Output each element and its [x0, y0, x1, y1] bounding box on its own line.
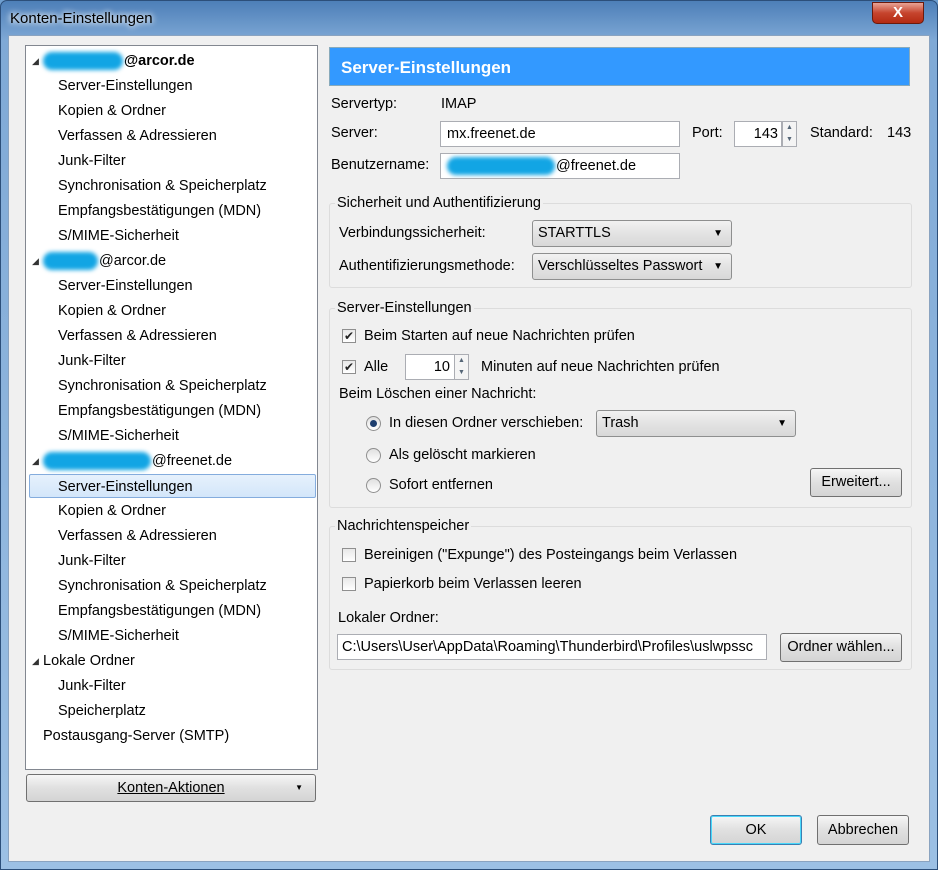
account-actions-button[interactable]: Konten-Aktionen ▼ [26, 774, 316, 802]
server-label: Server: [331, 125, 378, 141]
server-input[interactable]: mx.freenet.de [440, 121, 680, 147]
account-label: Lokale Ordner [43, 653, 135, 669]
servertype-value: IMAP [441, 96, 477, 112]
port-spinner[interactable]: ▲ ▼ [782, 121, 797, 147]
cancel-button[interactable]: Abbrechen [817, 815, 909, 845]
expand-triangle-icon[interactable]: ◢ [32, 249, 39, 273]
tree-item[interactable]: Junk-Filter [58, 149, 126, 173]
port-label: Port: [692, 125, 723, 141]
server-settings-legend: Server-Einstellungen [335, 300, 474, 316]
username-input[interactable]: @freenet.de [440, 153, 680, 179]
minutes-label: Minuten auf neue Nachrichten prüfen [481, 359, 720, 375]
expand-triangle-icon[interactable]: ◢ [32, 449, 39, 473]
tree-item[interactable]: Server-Einstellungen [58, 274, 193, 298]
tree-item[interactable]: Synchronisation & Speicherplatz [58, 374, 267, 398]
dropdown-arrow-icon: ▼ [713, 261, 723, 272]
connection-security-label: Verbindungssicherheit: [339, 225, 486, 241]
storage-legend: Nachrichtenspeicher [335, 518, 472, 534]
tree-item[interactable]: Empfangsbestätigungen (MDN) [58, 199, 261, 223]
check-every-label: Alle [364, 359, 389, 375]
minutes-spinner[interactable]: ▲ ▼ [454, 354, 469, 380]
choose-folder-button[interactable]: Ordner wählen... [780, 633, 902, 662]
standard-port: 143 [887, 125, 912, 141]
tree-item[interactable]: Verfassen & Adressieren [58, 324, 217, 348]
tree-account[interactable]: ◢ @freenet.de [32, 449, 233, 473]
security-legend: Sicherheit und Authentifizierung [335, 195, 543, 211]
mark-deleted-radio[interactable] [366, 448, 381, 463]
tree-item[interactable]: Verfassen & Adressieren [58, 124, 217, 148]
remove-immediately-radio[interactable] [366, 478, 381, 493]
trash-folder-value: Trash [602, 415, 639, 431]
close-button[interactable]: X [872, 2, 924, 24]
check-every-checkbox[interactable]: ✔ [342, 360, 356, 374]
tree-item[interactable]: Kopien & Ordner [58, 499, 166, 523]
redacted-blur [43, 252, 98, 271]
tree-item[interactable]: Junk-Filter [58, 549, 126, 573]
local-folder-input[interactable]: C:\Users\User\AppData\Roaming\Thunderbir… [337, 634, 767, 660]
tree-smtp[interactable]: Postausgang-Server (SMTP) [43, 724, 229, 748]
dropdown-arrow-icon: ▼ [777, 418, 787, 429]
account-actions-label: Konten-Aktionen [117, 780, 225, 796]
port-input[interactable]: 143 [734, 121, 782, 147]
tree-item[interactable]: S/MIME-Sicherheit [58, 624, 179, 648]
account-label: @freenet.de [152, 453, 233, 469]
advanced-button[interactable]: Erweitert... [810, 468, 902, 497]
connection-security-value: STARTTLS [538, 225, 611, 241]
move-radio[interactable] [366, 416, 381, 431]
username-label: Benutzername: [331, 157, 430, 173]
tree-item[interactable]: Empfangsbestätigungen (MDN) [58, 599, 261, 623]
expunge-label: Bereinigen ("Expunge") des Posteingangs … [364, 547, 738, 563]
auth-method-label: Authentifizierungsmethode: [339, 258, 515, 274]
username-domain: @freenet.de [556, 158, 637, 174]
account-tree[interactable]: ◢ @arcor.de Server-Einstellungen Kopien & O… [25, 45, 318, 770]
tree-item[interactable]: S/MIME-Sicherheit [58, 224, 179, 248]
check-on-start-label: Beim Starten auf neue Nachrichten prüfen [364, 328, 635, 344]
dropdown-arrow-icon: ▼ [713, 228, 723, 239]
empty-trash-checkbox[interactable] [342, 577, 356, 591]
page-title: Server-Einstellungen [329, 47, 910, 86]
remove-immediately-label: Sofort entfernen [389, 477, 493, 493]
tree-account[interactable]: ◢ @arcor.de [32, 49, 195, 73]
tree-item[interactable]: Server-Einstellungen [29, 474, 316, 498]
tree-item[interactable]: Speicherplatz [58, 699, 146, 723]
dropdown-arrow-icon: ▼ [295, 783, 303, 792]
account-label: @arcor.de [124, 53, 195, 69]
tree-item[interactable]: Server-Einstellungen [58, 74, 193, 98]
tree-item[interactable]: S/MIME-Sicherheit [58, 424, 179, 448]
tree-account[interactable]: ◢ Lokale Ordner [32, 649, 135, 673]
expand-triangle-icon[interactable]: ◢ [32, 49, 39, 73]
move-radio-label: In diesen Ordner verschieben: [389, 415, 584, 431]
trash-folder-select[interactable]: Trash ▼ [596, 410, 796, 437]
auth-method-value: Verschlüsseltes Passwort [538, 258, 703, 274]
tree-item[interactable]: Empfangsbestätigungen (MDN) [58, 399, 261, 423]
standard-label: Standard: [810, 125, 873, 141]
redacted-blur [43, 452, 151, 471]
tree-item[interactable]: Kopien & Ordner [58, 99, 166, 123]
tree-item[interactable]: Junk-Filter [58, 349, 126, 373]
connection-security-select[interactable]: STARTTLS ▼ [532, 220, 732, 247]
tree-item[interactable]: Kopien & Ordner [58, 299, 166, 323]
tree-item[interactable]: Synchronisation & Speicherplatz [58, 574, 267, 598]
minutes-input[interactable]: 10 [405, 354, 455, 380]
account-label: @arcor.de [99, 253, 167, 269]
expunge-checkbox[interactable] [342, 548, 356, 562]
auth-method-select[interactable]: Verschlüsseltes Passwort ▼ [532, 253, 732, 280]
tree-account[interactable]: ◢ @arcor.de [32, 249, 167, 273]
window-title: Konten-Einstellungen [10, 10, 153, 27]
mark-deleted-label: Als gelöscht markieren [389, 447, 536, 463]
check-on-start-checkbox[interactable]: ✔ [342, 329, 356, 343]
servertype-label: Servertyp: [331, 96, 398, 112]
local-folder-label: Lokaler Ordner: [338, 610, 439, 626]
ok-button[interactable]: OK [710, 815, 802, 845]
tree-item[interactable]: Junk-Filter [58, 674, 126, 698]
delete-label: Beim Löschen einer Nachricht: [339, 386, 537, 402]
tree-item[interactable]: Verfassen & Adressieren [58, 524, 217, 548]
empty-trash-label: Papierkorb beim Verlassen leeren [364, 576, 582, 592]
redacted-blur [43, 52, 123, 71]
tree-item[interactable]: Synchronisation & Speicherplatz [58, 174, 267, 198]
expand-triangle-icon[interactable]: ◢ [32, 649, 39, 673]
